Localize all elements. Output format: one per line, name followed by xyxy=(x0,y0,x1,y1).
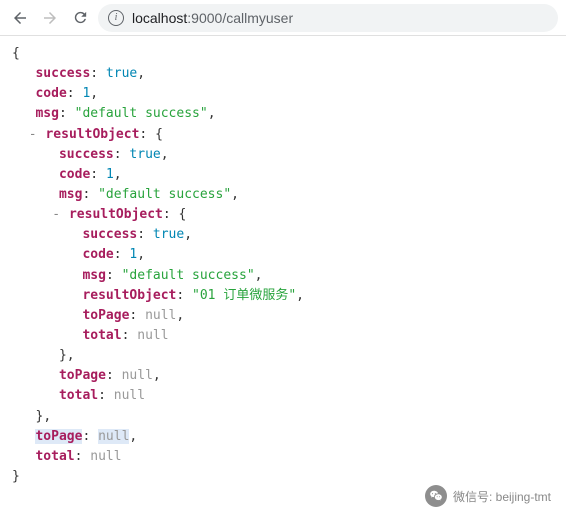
info-icon[interactable]: i xyxy=(108,10,124,26)
json-viewer: { success: true, code: 1, msg: "default … xyxy=(0,36,566,495)
browser-toolbar: i localhost:9000/callmyuser xyxy=(0,0,566,36)
url-port: :9000 xyxy=(187,10,222,26)
address-bar[interactable]: i localhost:9000/callmyuser xyxy=(98,4,558,32)
back-button[interactable] xyxy=(8,6,32,30)
collapse-toggle[interactable]: - xyxy=(51,205,61,225)
watermark-text: 微信号: beijing-tmt xyxy=(453,488,551,505)
wechat-icon xyxy=(425,485,447,507)
reload-button[interactable] xyxy=(68,6,92,30)
url-path: /callmyuser xyxy=(222,10,293,26)
forward-button[interactable] xyxy=(38,6,62,30)
collapse-toggle[interactable]: - xyxy=(28,125,38,145)
url-host: localhost xyxy=(132,10,187,26)
watermark: 微信号: beijing-tmt xyxy=(425,485,551,507)
